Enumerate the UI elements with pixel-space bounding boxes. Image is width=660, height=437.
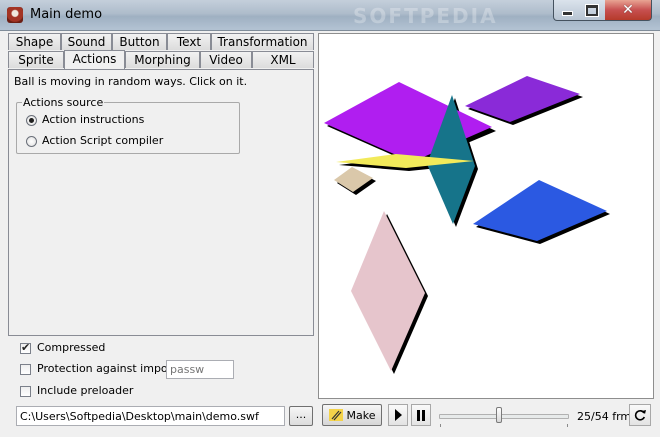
app-icon (7, 7, 23, 23)
tab-text[interactable]: Text (167, 33, 211, 50)
pink-diamond (351, 211, 425, 371)
tab-sprite[interactable]: Sprite (8, 51, 64, 68)
blue-diamond (473, 180, 607, 241)
frame-slider-track (439, 414, 569, 419)
pause-icon (417, 409, 425, 421)
maximize-button[interactable] (579, 0, 606, 21)
browse-button[interactable]: ... (289, 406, 313, 426)
action-instructions-radio[interactable] (26, 115, 37, 126)
preloader-checkbox[interactable] (20, 386, 31, 397)
preview-canvas[interactable] (318, 33, 654, 399)
watermark: SOFTPEDIA (353, 4, 498, 28)
make-icon (328, 409, 343, 421)
tab-button[interactable]: Button (112, 33, 167, 50)
preview-shapes[interactable] (319, 34, 654, 399)
tab-video[interactable]: Video (200, 51, 252, 68)
pause-button[interactable] (411, 404, 431, 426)
action-script-compiler-label[interactable]: Action Script compiler (42, 134, 163, 147)
make-button[interactable]: Make (322, 404, 382, 426)
minimize-button[interactable] (553, 0, 581, 21)
play-icon (394, 409, 402, 421)
purple-small-diamond (465, 76, 580, 122)
tab-morphing[interactable]: Morphing (125, 51, 200, 68)
loop-icon (634, 410, 646, 421)
protection-label[interactable]: Protection against import (37, 362, 177, 375)
compressed-checkbox[interactable] (20, 341, 31, 354)
tan-diamond (334, 167, 373, 192)
actions-description: Ball is moving in random ways. Click on … (14, 75, 248, 88)
maximize-icon (586, 4, 598, 16)
make-label: Make (346, 408, 376, 422)
protection-checkbox[interactable] (20, 364, 31, 375)
preloader-label[interactable]: Include preloader (37, 384, 133, 397)
title-bar: Main demo SOFTPEDIA ✕ (0, 0, 660, 31)
close-button[interactable]: ✕ (605, 0, 652, 21)
password-field[interactable] (166, 360, 234, 379)
close-icon: ✕ (622, 2, 634, 18)
frame-slider[interactable] (437, 405, 571, 427)
tab-xml[interactable]: XML (252, 51, 314, 68)
window-title: Main demo (30, 7, 103, 22)
output-path-field[interactable] (16, 406, 285, 426)
action-script-compiler-radio[interactable] (26, 136, 37, 147)
tab-actions[interactable]: Actions (64, 50, 125, 69)
actions-source-label: Actions source (22, 96, 105, 109)
frame-slider-thumb[interactable] (495, 407, 502, 423)
compressed-label[interactable]: Compressed (37, 341, 105, 354)
slider-tick (567, 424, 568, 427)
tab-sound[interactable]: Sound (61, 33, 112, 50)
minimize-icon (562, 12, 572, 15)
tab-shape[interactable]: Shape (8, 33, 61, 50)
action-instructions-label[interactable]: Action instructions (42, 113, 144, 126)
slider-tick (440, 424, 441, 427)
play-button[interactable] (388, 404, 408, 426)
loop-button[interactable] (629, 404, 651, 426)
frame-counter: 25/54 frm (577, 410, 632, 423)
tab-transformation[interactable]: Transformation (211, 33, 314, 50)
